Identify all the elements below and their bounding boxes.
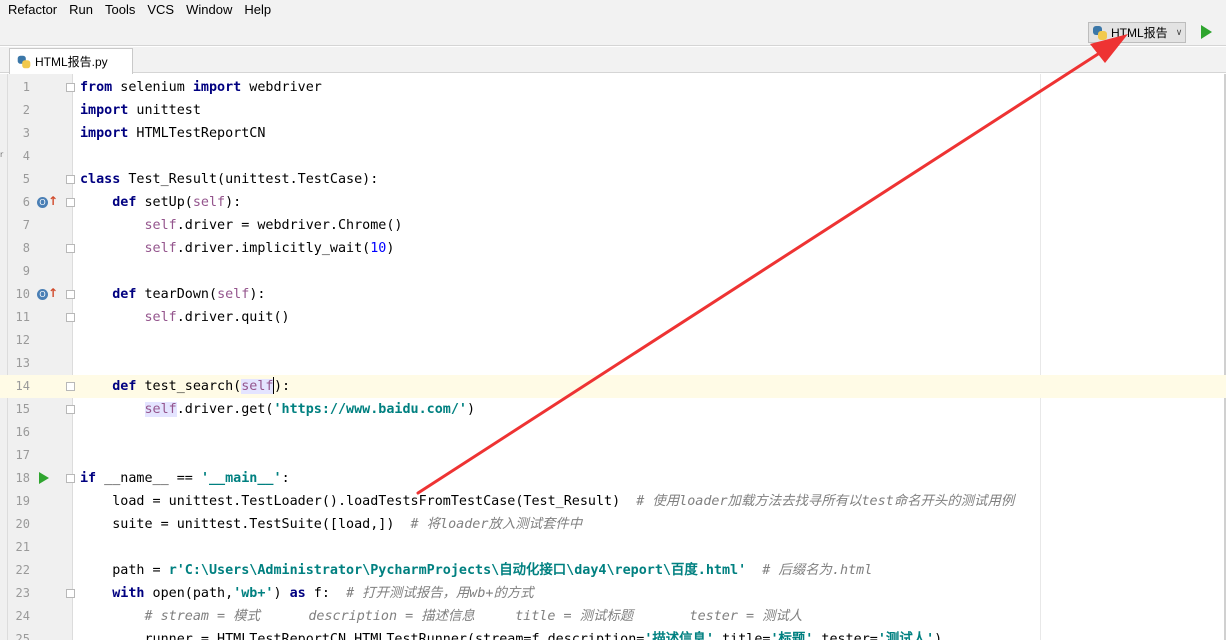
menu-vcs[interactable]: VCS — [143, 1, 178, 19]
line-number: 18 — [15, 471, 30, 485]
chevron-down-icon: ∨ — [1175, 27, 1183, 37]
line-number: 8 — [22, 241, 30, 255]
code-line: 7 self.driver = webdriver.Chrome() — [0, 214, 1226, 237]
fold-marker-icon[interactable] — [66, 382, 75, 391]
code-text: self.driver.quit() — [144, 310, 290, 325]
line-number: 9 — [22, 264, 30, 278]
code-line: 1 from selenium import webdriver — [0, 76, 1226, 99]
line-number: 3 — [22, 126, 30, 140]
override-method-icon[interactable]: O ↑ — [37, 286, 59, 302]
line-number: 25 — [15, 632, 30, 640]
toolbar: HTML报告 ∨ — [0, 19, 1226, 46]
fold-marker-icon[interactable] — [66, 198, 75, 207]
code-line: 13 — [0, 352, 1226, 375]
code-text: runner = HTMLTestReportCN.HTMLTestRunner… — [80, 632, 943, 640]
code-line: 2 import unittest — [0, 99, 1226, 122]
fold-marker-icon[interactable] — [66, 83, 75, 92]
tab-html-report-py[interactable]: HTML报告.py — [9, 48, 133, 74]
code-text: import HTMLTestReportCN — [80, 126, 266, 141]
code-text: import unittest — [80, 103, 201, 118]
menu-help[interactable]: Help — [240, 1, 275, 19]
python-icon — [1093, 25, 1107, 40]
run-configuration-dropdown[interactable]: HTML报告 ∨ — [1088, 22, 1186, 43]
menu-refactor[interactable]: Refactor — [4, 1, 61, 19]
fold-marker-icon[interactable] — [66, 474, 75, 483]
line-number: 1 — [22, 80, 30, 94]
fold-marker-icon[interactable] — [66, 405, 75, 414]
code-line: 25 runner = HTMLTestReportCN.HTMLTestRun… — [0, 628, 1226, 640]
code-line: 5 class Test_Result(unittest.TestCase): — [0, 168, 1226, 191]
line-number: 10 — [15, 287, 30, 301]
code-line: 19 load = unittest.TestLoader().loadTest… — [0, 490, 1226, 513]
code-line: 24 # stream = 模式 description = 描述信息 titl… — [0, 605, 1226, 628]
code-text: def test_search(self): — [112, 377, 291, 394]
line-number: 7 — [22, 218, 30, 232]
code-line: 23 with open(path,'wb+') as f: # 打开测试报告，… — [0, 582, 1226, 605]
menu-tools[interactable]: Tools — [101, 1, 139, 19]
line-number: 13 — [15, 356, 30, 370]
line-number: 20 — [15, 517, 30, 531]
line-number: 17 — [15, 448, 30, 462]
editor-tab-bar: HTML报告.py — [0, 47, 1226, 74]
line-number: 2 — [22, 103, 30, 117]
code-line: 21 — [0, 536, 1226, 559]
line-number: 12 — [15, 333, 30, 347]
line-number: 24 — [15, 609, 30, 623]
code-text: load = unittest.TestLoader().loadTestsFr… — [80, 494, 1015, 509]
code-text: suite = unittest.TestSuite([load,]) # 将l… — [80, 517, 583, 532]
line-number: 21 — [15, 540, 30, 554]
menu-run[interactable]: Run — [65, 1, 97, 19]
line-number: 19 — [15, 494, 30, 508]
code-line: 15 self.driver.get('https://www.baidu.co… — [0, 398, 1226, 421]
code-text: def setUp(self): — [112, 195, 242, 210]
line-number: 15 — [15, 402, 30, 416]
code-text: with open(path,'wb+') as f: # 打开测试报告，用wb… — [112, 586, 534, 601]
code-line: 9 — [0, 260, 1226, 283]
fold-marker-icon[interactable] — [66, 589, 75, 598]
code-line: 10 O ↑ def tearDown(self): — [0, 283, 1226, 306]
code-line: 8 self.driver.implicitly_wait(10) — [0, 237, 1226, 260]
code-line: 20 suite = unittest.TestSuite([load,]) #… — [0, 513, 1226, 536]
code-text: path = r'C:\Users\Administrator\PycharmP… — [80, 563, 873, 578]
run-main-icon[interactable] — [39, 472, 49, 484]
code-line: 6 O ↑ def setUp(self): — [0, 191, 1226, 214]
fold-marker-icon[interactable] — [66, 244, 75, 253]
tab-label: HTML报告.py — [35, 55, 108, 69]
python-file-icon — [17, 55, 31, 68]
code-text: from selenium import webdriver — [80, 80, 322, 95]
line-number: 23 — [15, 586, 30, 600]
code-text: if __name__ == '__main__': — [80, 471, 290, 486]
code-editor[interactable]: r 燃 1 from selenium import webdriver 2 i… — [0, 74, 1226, 640]
code-line: 4 — [0, 145, 1226, 168]
line-number: 14 — [15, 379, 30, 393]
menu-bar: Refactor Run Tools VCS Window Help — [0, 0, 1226, 19]
code-line: 3 import HTMLTestReportCN — [0, 122, 1226, 145]
code-text: class Test_Result(unittest.TestCase): — [80, 172, 379, 187]
fold-marker-icon[interactable] — [66, 175, 75, 184]
override-method-icon[interactable]: O ↑ — [37, 194, 59, 210]
code-line: 17 — [0, 444, 1226, 467]
menu-window[interactable]: Window — [182, 1, 236, 19]
code-text: def tearDown(self): — [112, 287, 266, 302]
code-text: # stream = 模式 description = 描述信息 title =… — [144, 609, 803, 624]
line-number: 22 — [15, 563, 30, 577]
run-icon[interactable] — [1198, 24, 1214, 40]
line-number: 11 — [15, 310, 30, 324]
line-number: 16 — [15, 425, 30, 439]
code-line: 11 self.driver.quit() — [0, 306, 1226, 329]
run-configuration-label: HTML报告 — [1111, 26, 1168, 40]
fold-marker-icon[interactable] — [66, 290, 75, 299]
code-text: self.driver = webdriver.Chrome() — [144, 218, 403, 233]
code-line: 16 — [0, 421, 1226, 444]
code-line: 18 if __name__ == '__main__': — [0, 467, 1226, 490]
current-code-line: 14 def test_search(self): — [0, 375, 1226, 398]
line-number: 4 — [22, 149, 30, 163]
code-line: 12 — [0, 329, 1226, 352]
line-number: 5 — [22, 172, 30, 186]
code-line: 22 path = r'C:\Users\Administrator\Pycha… — [0, 559, 1226, 582]
fold-marker-icon[interactable] — [66, 313, 75, 322]
code-text: self.driver.get('https://www.baidu.com/'… — [144, 402, 476, 417]
line-number: 6 — [22, 195, 30, 209]
code-text: self.driver.implicitly_wait(10) — [144, 241, 395, 256]
